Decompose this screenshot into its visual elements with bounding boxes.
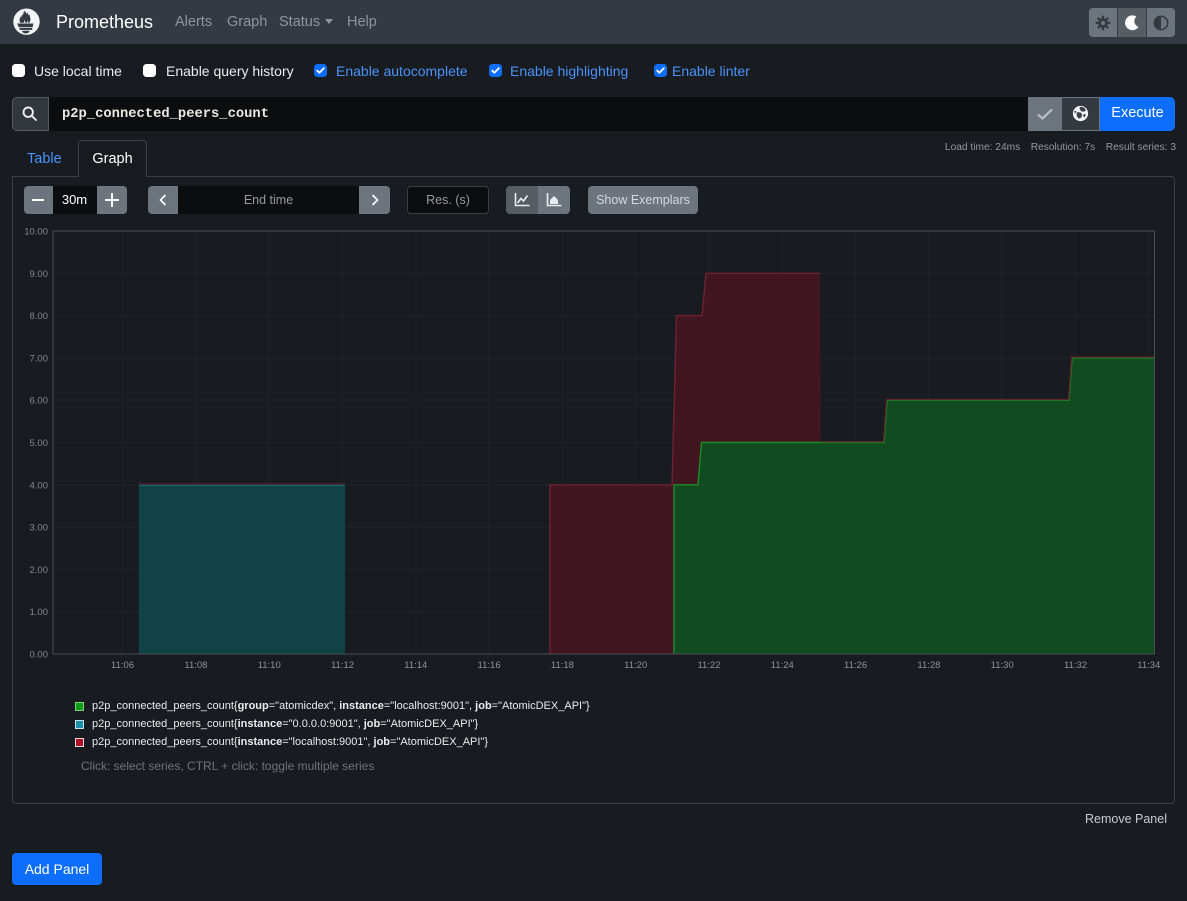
svg-text:11:10: 11:10 (258, 660, 281, 671)
svg-text:11:14: 11:14 (404, 660, 427, 671)
svg-text:3.00: 3.00 (30, 523, 49, 534)
svg-text:11:18: 11:18 (551, 660, 574, 671)
svg-text:11:20: 11:20 (624, 660, 647, 671)
svg-text:11:12: 11:12 (331, 660, 354, 671)
svg-text:11:08: 11:08 (184, 660, 207, 671)
svg-text:11:32: 11:32 (1064, 660, 1087, 671)
svg-text:10.00: 10.00 (24, 227, 48, 238)
svg-text:11:30: 11:30 (991, 660, 1014, 671)
svg-text:11:28: 11:28 (917, 660, 940, 671)
svg-text:0.00: 0.00 (30, 650, 49, 661)
svg-text:11:22: 11:22 (697, 660, 720, 671)
svg-text:11:26: 11:26 (844, 660, 867, 671)
svg-text:11:06: 11:06 (111, 660, 134, 671)
svg-text:11:24: 11:24 (771, 660, 794, 671)
svg-text:11:16: 11:16 (478, 660, 501, 671)
svg-text:5.00: 5.00 (30, 438, 49, 449)
svg-text:8.00: 8.00 (30, 311, 49, 322)
svg-text:4.00: 4.00 (30, 480, 49, 491)
svg-text:7.00: 7.00 (30, 353, 49, 364)
svg-text:11:34: 11:34 (1137, 660, 1160, 671)
svg-text:9.00: 9.00 (30, 269, 49, 280)
svg-text:1.00: 1.00 (30, 607, 49, 618)
svg-text:2.00: 2.00 (30, 565, 49, 576)
svg-text:6.00: 6.00 (30, 396, 49, 407)
